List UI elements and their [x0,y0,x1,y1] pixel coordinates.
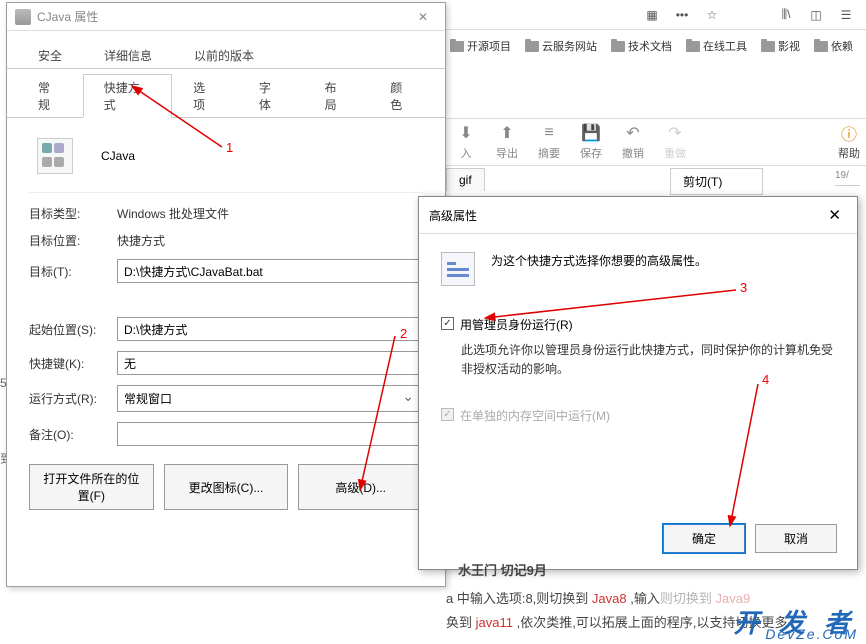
cancel-button[interactable]: 取消 [755,524,837,553]
more-icon[interactable]: ••• [674,7,690,23]
tab-row-top: 安全 详细信息 以前的版本 [7,37,445,69]
dialog-body: CJava 目标类型: Windows 批处理文件 目标位置: 快捷方式 目标(… [7,118,445,524]
label-start-in: 起始位置(S): [29,321,107,338]
tab-shortcut[interactable]: 快捷方式 [83,74,172,118]
folder-icon [761,41,775,52]
tb-export[interactable]: ⬆导出 [496,123,518,161]
annotation-2: 2 [400,326,407,341]
value-target-loc: 快捷方式 [117,232,165,249]
label-separate-memory: 在单独的内存空间中运行(M) [460,407,610,424]
tab-row-bottom: 常规 快捷方式 选项 字体 布局 颜色 [7,69,445,118]
tab-details[interactable]: 详细信息 [83,42,173,69]
editor-toolbar: ⬇入 ⬆导出 ≡摘要 💾保存 ↶撤销 ↷重做 ⓘ帮助 [446,118,866,166]
folder-icon [450,41,464,52]
open-location-button[interactable]: 打开文件所在的位置(F) [29,464,154,510]
tab-layout[interactable]: 布局 [304,74,370,118]
import-icon: ⬇ [456,123,476,143]
tab-general[interactable]: 常规 [17,74,83,118]
annotation-4: 4 [762,372,769,387]
label-target: 目标(T): [29,263,107,280]
sidebar-icon[interactable]: ◫ [808,7,824,23]
label-comment: 备注(O): [29,426,107,443]
value-target-type: Windows 批处理文件 [117,205,229,222]
reader-icon[interactable]: ☰ [838,7,854,23]
article-heading: 水王门 切记9月 [458,559,547,582]
export-icon: ⬆ [497,123,517,143]
tb-save[interactable]: 💾保存 [580,123,602,161]
save-icon: 💾 [581,123,601,143]
folder-icon [814,41,828,52]
tb-help[interactable]: ⓘ帮助 [838,123,860,161]
tab-colors[interactable]: 颜色 [369,74,435,118]
qr-icon[interactable]: ▦ [644,7,660,23]
label-run-as-admin: 用管理员身份运行(R) [460,316,573,333]
desc-run-as-admin: 此选项允许你以管理员身份运行此快捷方式，同时保护你的计算机免受非授权活动的影响。 [461,341,835,379]
label-target-type: 目标类型: [29,205,107,222]
properties-icon [441,252,475,286]
folder-icon [611,41,625,52]
bookmark-folder[interactable]: 技术文档 [607,36,676,56]
tb-import[interactable]: ⬇入 [456,123,476,161]
folder-icon [525,41,539,52]
app-name: CJava [101,149,135,163]
advanced-dialog: 高级属性 ✕ 为这个快捷方式选择你想要的高级属性。 用管理员身份运行(R) 此选… [418,196,858,570]
app-icon [37,138,73,174]
tab-cut[interactable]: 剪切(T) [670,168,763,195]
redo-icon: ↷ [665,123,685,143]
tab-security[interactable]: 安全 [17,42,83,69]
bookmark-folder[interactable]: 影视 [757,36,804,56]
tab-font[interactable]: 字体 [238,74,304,118]
advanced-button[interactable]: 高级(D)... [298,464,423,510]
tb-undo[interactable]: ↶撤销 [622,123,644,161]
tb-redo[interactable]: ↷重做 [664,123,686,161]
change-icon-button[interactable]: 更改图标(C)... [164,464,289,510]
window-icon [15,9,31,25]
help-icon: ⓘ [839,123,859,143]
input-start-in[interactable] [117,317,423,341]
tb-summary[interactable]: ≡摘要 [538,123,560,161]
date-fragment: 19/ [835,170,860,186]
input-shortcut-key[interactable] [117,351,423,375]
undo-icon: ↶ [623,123,643,143]
bookmark-folder[interactable]: 在线工具 [682,36,751,56]
properties-dialog: CJava 属性 ✕ 安全 详细信息 以前的版本 常规 快捷方式 选项 字体 布… [6,2,446,587]
bookmark-folder[interactable]: 云服务网站 [521,36,601,56]
folder-icon [686,41,700,52]
annotation-1: 1 [226,140,233,155]
dialog-titlebar[interactable]: CJava 属性 ✕ [7,3,445,31]
browser-toolbar: ▦ ••• ☆ ⫼\ ◫ ☰ [446,0,866,30]
input-target[interactable] [117,259,423,283]
checkbox-separate-memory [441,408,454,421]
label-shortcut-key: 快捷键(K): [29,355,107,372]
watermark-sub: DevZe.CoM [765,626,858,642]
advanced-title: 高级属性 [429,207,477,224]
summary-icon: ≡ [539,123,559,143]
tab-previous[interactable]: 以前的版本 [173,42,275,69]
tab-gif[interactable]: gif [446,168,485,191]
select-run[interactable]: 常规窗口 [117,385,423,412]
bookmark-folder[interactable]: 开源项目 [446,36,515,56]
article-line: a 中输入选项:8,则切换到 Java8 ,输入则切换到 Java9 [446,587,750,610]
checkbox-run-as-admin[interactable] [441,317,454,330]
ok-button[interactable]: 确定 [663,524,745,553]
annotation-3: 3 [740,280,747,295]
close-icon[interactable]: ✕ [409,6,437,28]
label-target-loc: 目标位置: [29,232,107,249]
bg-tabs: gif [446,168,485,191]
star-icon[interactable]: ☆ [704,7,720,23]
input-comment[interactable] [117,422,423,446]
label-run: 运行方式(R): [29,390,107,407]
library-icon[interactable]: ⫼\ [778,7,794,23]
bookmark-folder[interactable]: 依赖 [810,36,857,56]
dialog-title: CJava 属性 [37,8,98,25]
advanced-desc: 为这个快捷方式选择你想要的高级属性。 [491,252,707,269]
close-icon[interactable]: ✕ [822,204,847,226]
advanced-titlebar[interactable]: 高级属性 ✕ [419,197,857,234]
bookmarks-bar: 开源项目 云服务网站 技术文档 在线工具 影视 依赖 [446,32,857,60]
tab-options[interactable]: 选项 [172,74,238,118]
